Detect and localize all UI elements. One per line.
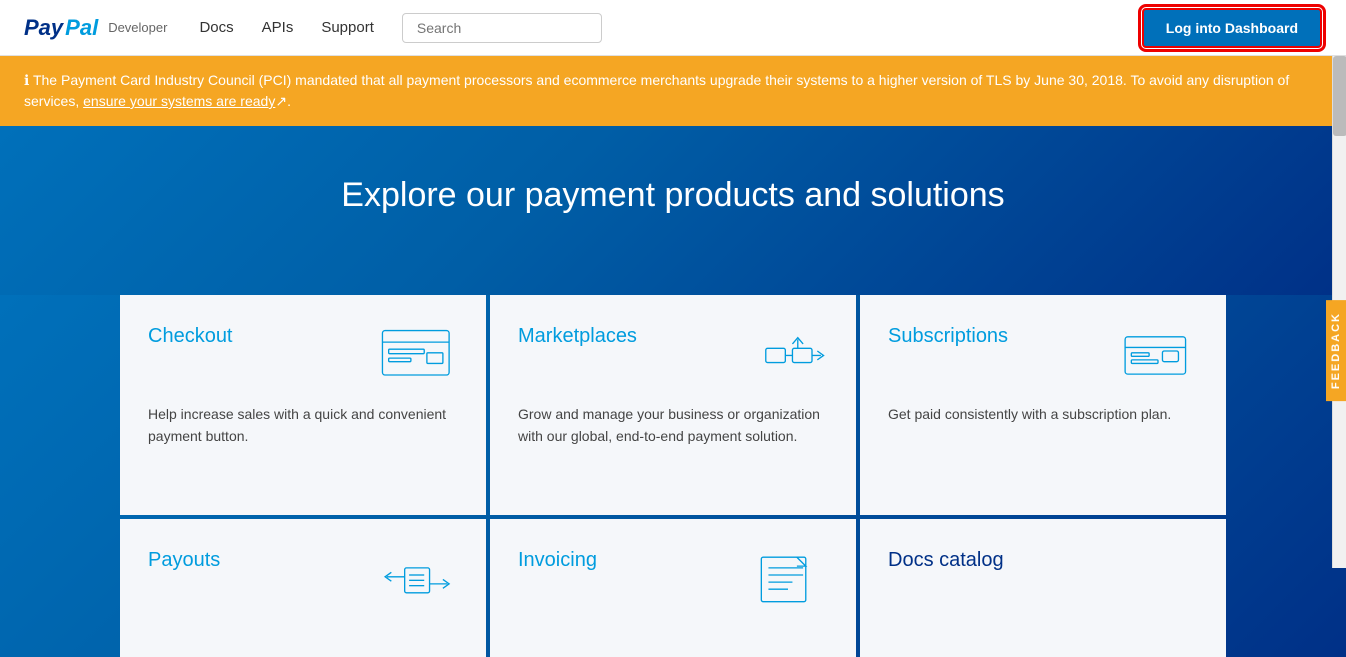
alert-link-suffix: ↗: [275, 93, 287, 109]
card-docs-catalog[interactable]: Docs catalog: [860, 519, 1226, 657]
nav-docs[interactable]: Docs: [199, 19, 233, 36]
card-docs-catalog-title[interactable]: Docs catalog: [888, 549, 1004, 572]
card-marketplaces-top: Marketplaces: [518, 325, 828, 385]
hero-section: Explore our payment products and solutio…: [0, 126, 1346, 295]
nav-right: Log into Dashboard: [1142, 8, 1322, 48]
nav-links: Docs APIs Support: [199, 13, 1141, 43]
search-input[interactable]: [402, 13, 602, 43]
nav-support[interactable]: Support: [321, 19, 374, 36]
cards-container: Checkout Help increase sales with a quic…: [0, 295, 1346, 657]
card-subscriptions-desc: Get paid consistently with a subscriptio…: [888, 403, 1198, 425]
alert-link[interactable]: ensure your systems are ready: [83, 93, 275, 109]
card-checkout-desc: Help increase sales with a quick and con…: [148, 403, 458, 448]
login-button[interactable]: Log into Dashboard: [1142, 8, 1322, 48]
subscriptions-icon: [1118, 325, 1198, 385]
brand: PayPal Developer: [24, 15, 167, 41]
paypal-logo[interactable]: PayPal: [24, 15, 98, 41]
paypal-pay-text: Pay: [24, 15, 63, 41]
card-marketplaces-desc: Grow and manage your business or organiz…: [518, 403, 828, 448]
card-invoicing[interactable]: Invoicing: [490, 519, 856, 657]
hero-heading: Explore our payment products and solutio…: [20, 176, 1326, 215]
card-docs-catalog-top: Docs catalog: [888, 549, 1198, 572]
feedback-tab[interactable]: FEEDBACK: [1326, 300, 1346, 401]
card-subscriptions[interactable]: Subscriptions Get paid consistently with…: [860, 295, 1226, 515]
card-marketplaces-title[interactable]: Marketplaces: [518, 325, 637, 348]
card-marketplaces[interactable]: Marketplaces Grow and manage your busine…: [490, 295, 856, 515]
scrollbar-thumb[interactable]: [1333, 56, 1346, 136]
card-invoicing-title[interactable]: Invoicing: [518, 549, 597, 572]
card-invoicing-top: Invoicing: [518, 549, 828, 609]
card-payouts-top: Payouts: [148, 549, 458, 609]
developer-label: Developer: [108, 20, 167, 35]
card-payouts[interactable]: Payouts: [120, 519, 486, 657]
checkout-icon: [378, 325, 458, 385]
card-subscriptions-title[interactable]: Subscriptions: [888, 325, 1008, 348]
card-checkout-top: Checkout: [148, 325, 458, 385]
cards-grid: Checkout Help increase sales with a quic…: [120, 295, 1226, 515]
alert-period: .: [287, 93, 291, 109]
card-subscriptions-top: Subscriptions: [888, 325, 1198, 385]
alert-banner: ℹ The Payment Card Industry Council (PCI…: [0, 56, 1346, 126]
cards-grid-bottom: Payouts Invoicing: [120, 519, 1226, 657]
card-checkout[interactable]: Checkout Help increase sales with a quic…: [120, 295, 486, 515]
nav-apis[interactable]: APIs: [262, 19, 294, 36]
navbar: PayPal Developer Docs APIs Support Log i…: [0, 0, 1346, 56]
info-icon: ℹ: [24, 72, 29, 88]
card-checkout-title[interactable]: Checkout: [148, 325, 233, 348]
marketplaces-icon: [748, 325, 828, 385]
payouts-icon: [378, 549, 458, 609]
scrollbar[interactable]: [1332, 0, 1346, 568]
invoicing-icon: [748, 549, 828, 609]
card-payouts-title[interactable]: Payouts: [148, 549, 220, 572]
paypal-pal-text: Pal: [65, 15, 98, 41]
